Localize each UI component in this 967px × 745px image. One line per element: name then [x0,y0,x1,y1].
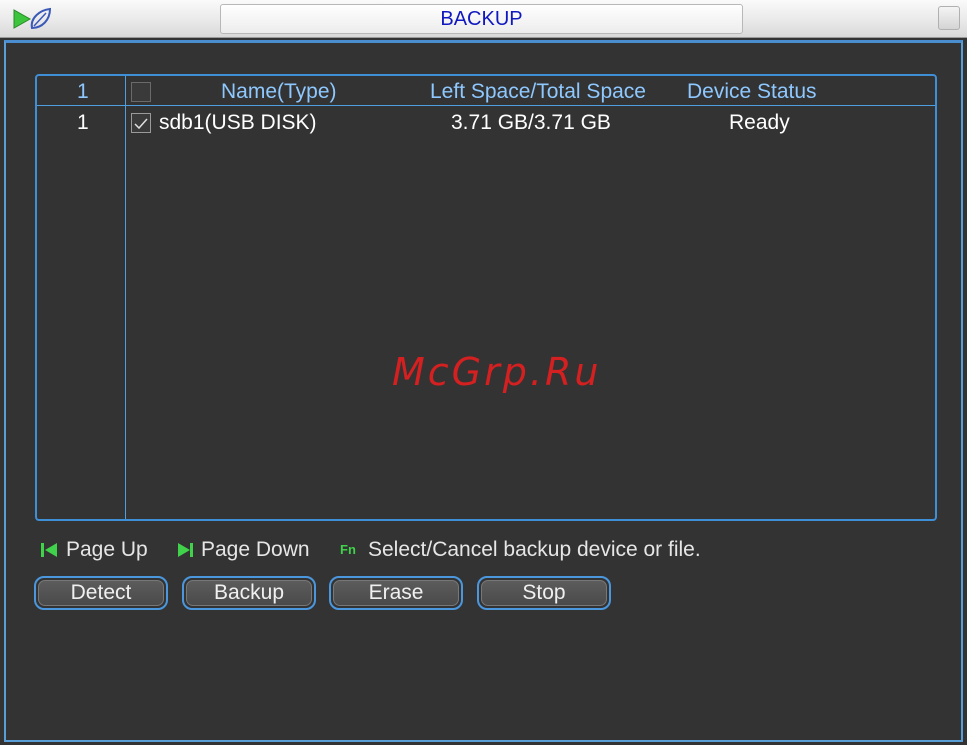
skip-back-icon [41,543,57,557]
column-divider [125,76,126,519]
checkmark-icon [134,118,148,130]
detect-button[interactable]: Detect [34,576,168,610]
erase-button-label: Erase [333,580,459,606]
backup-window: BACKUP 1 Name(Type) Left Space/Total Spa… [0,0,967,745]
close-button[interactable] [938,6,960,30]
header-index: 1 [77,80,89,103]
fn-hint: Select/Cancel backup device or file. [368,538,701,561]
row-space: 3.71 GB/3.71 GB [451,111,611,134]
page-down-hint: Page Down [201,538,310,561]
title-bar: BACKUP [0,0,967,38]
header-space: Left Space/Total Space [430,80,646,103]
fn-icon: Fn [340,542,356,557]
device-table: 1 Name(Type) Left Space/Total Space Devi… [35,74,937,521]
row-checkbox[interactable] [131,113,151,133]
select-all-checkbox[interactable] [131,82,151,102]
header-name: Name(Type) [221,80,337,103]
stop-button[interactable]: Stop [477,576,611,610]
window-title: BACKUP [220,4,743,34]
skip-forward-icon [178,543,193,557]
stop-button-label: Stop [481,580,607,606]
header-status: Device Status [687,80,817,103]
erase-button[interactable]: Erase [329,576,463,610]
play-leaf-icon [13,7,52,30]
backup-button-label: Backup [186,580,312,606]
backup-button[interactable]: Backup [182,576,316,610]
row-index: 1 [77,111,89,134]
page-up-hint: Page Up [66,538,148,561]
header-divider [37,105,935,106]
row-name: sdb1(USB DISK) [159,111,317,134]
row-status: Ready [729,111,790,134]
detect-button-label: Detect [38,580,164,606]
watermark: McGrp.Ru [392,350,602,394]
